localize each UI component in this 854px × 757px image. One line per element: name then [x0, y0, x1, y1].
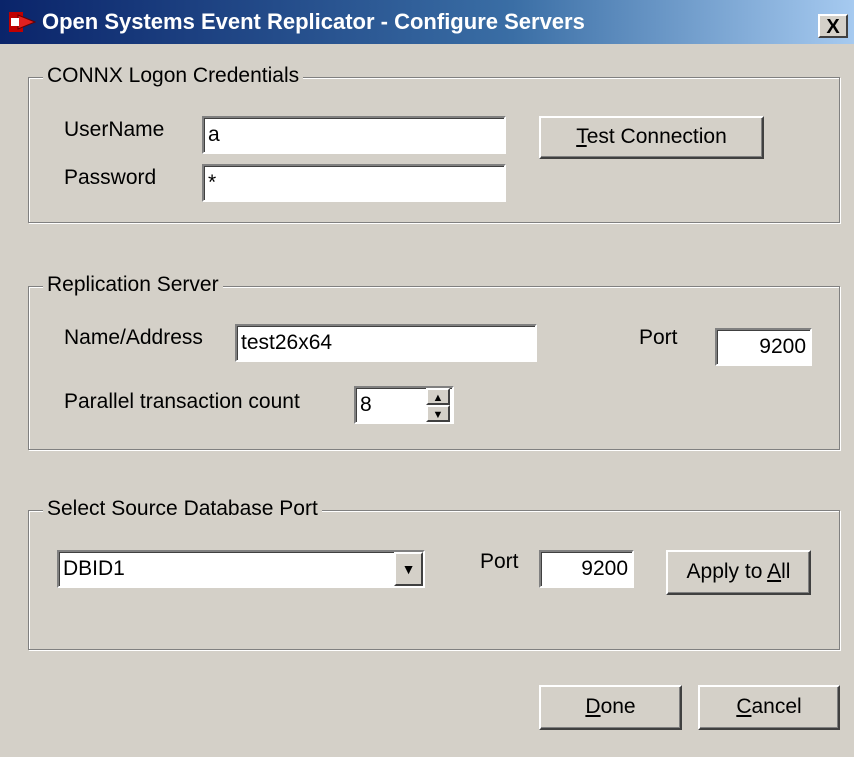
test-connection-button[interactable]: Test Connection [539, 116, 764, 159]
replication-server-group-label: Replication Server [43, 273, 223, 297]
replication-port-value: 9200 [759, 335, 806, 358]
chevron-down-icon: ▼ [401, 561, 416, 577]
cancel-button[interactable]: Cancel [698, 685, 840, 730]
name-address-label: Name/Address [64, 326, 203, 349]
spin-up-button[interactable]: ▲ [426, 388, 450, 405]
done-button[interactable]: Done [539, 685, 682, 730]
username-field[interactable]: a [202, 116, 506, 154]
spin-down-icon: ▼ [432, 409, 444, 421]
username-value: a [208, 123, 220, 146]
parallel-transaction-count-value: 8 [360, 393, 372, 416]
password-value: * [208, 171, 217, 194]
replication-port-label: Port [639, 326, 678, 349]
name-address-value: test26x64 [241, 331, 333, 354]
source-port-label: Port [480, 550, 519, 573]
spin-down-button[interactable]: ▼ [426, 405, 450, 422]
spin-up-icon: ▲ [432, 392, 444, 404]
password-label: Password [64, 166, 157, 189]
close-button[interactable]: X [818, 14, 848, 38]
parallel-transaction-count-label: Parallel transaction count [64, 390, 300, 413]
password-field[interactable]: * [202, 164, 506, 202]
replication-port-field[interactable]: 9200 [715, 328, 812, 366]
database-select[interactable]: DBID1 [57, 550, 425, 588]
dialog-body: CONNX Logon Credentials UserName a Passw… [0, 44, 854, 757]
apply-to-all-button[interactable]: Apply to All [666, 550, 811, 595]
replication-server-group: Replication Server [28, 273, 840, 450]
name-address-field[interactable]: test26x64 [235, 324, 537, 362]
database-dropdown-button[interactable]: ▼ [394, 552, 423, 586]
replicator-app-icon [9, 12, 36, 32]
close-icon: X [826, 16, 840, 38]
source-port-value: 9200 [581, 557, 628, 580]
username-label: UserName [64, 118, 165, 141]
database-select-value: DBID1 [63, 557, 125, 580]
title-bar: Open Systems Event Replicator - Configur… [0, 0, 854, 44]
window-title: Open Systems Event Replicator - Configur… [42, 9, 585, 34]
credentials-group-label: CONNX Logon Credentials [43, 64, 304, 88]
source-database-group-label: Select Source Database Port [43, 497, 322, 521]
source-port-field[interactable]: 9200 [539, 550, 634, 588]
